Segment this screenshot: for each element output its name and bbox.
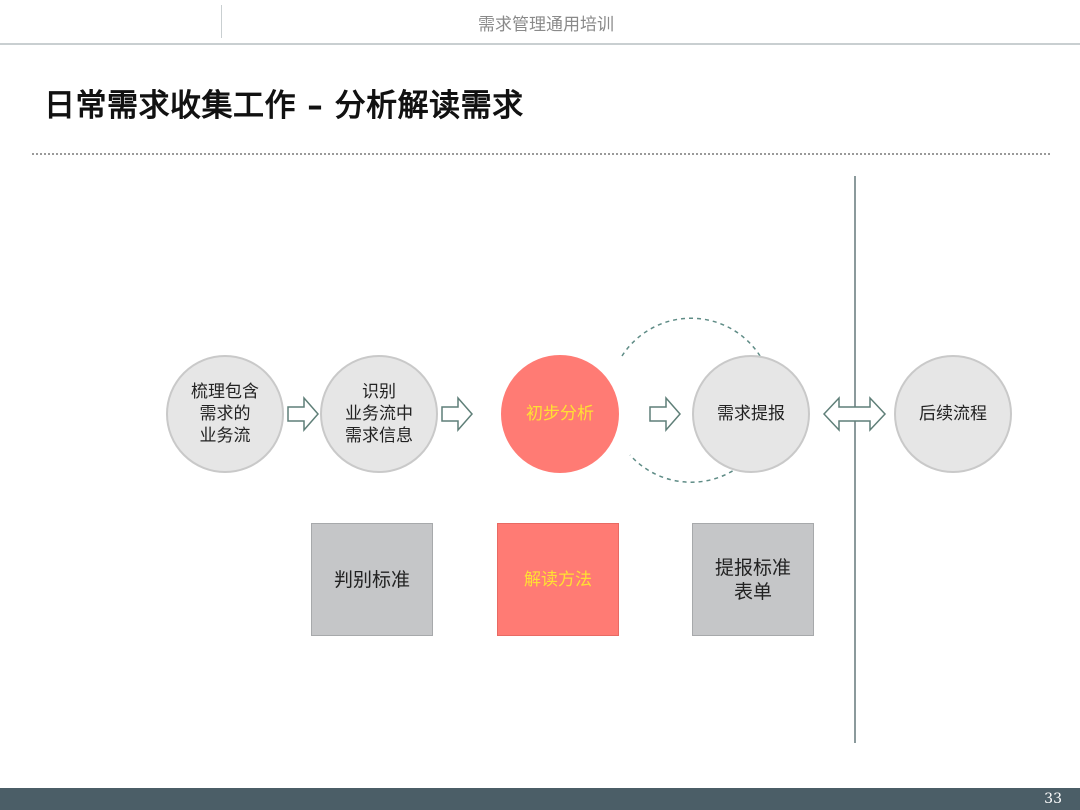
right-arrow-icon (441, 396, 473, 432)
page-number: 33 (1044, 791, 1062, 807)
flow-step-follow-up: 后续流程 (894, 355, 1012, 473)
flow-step-initial-analysis: 初步分析 (501, 355, 619, 473)
right-arrow-icon (287, 396, 319, 432)
flow-step-business-flow: 梳理包含 需求的 业务流 (166, 355, 284, 473)
flow-step-identify-info: 识别 业务流中 需求信息 (320, 355, 438, 473)
right-arrow-icon (649, 396, 681, 432)
criteria-box: 判别标准 (311, 523, 433, 636)
footer-bar (0, 788, 1080, 810)
method-box: 解读方法 (497, 523, 619, 636)
flow-step-submit-requirement: 需求提报 (692, 355, 810, 473)
double-arrow-icon (823, 396, 887, 432)
submission-form-box: 提报标准 表单 (692, 523, 814, 636)
